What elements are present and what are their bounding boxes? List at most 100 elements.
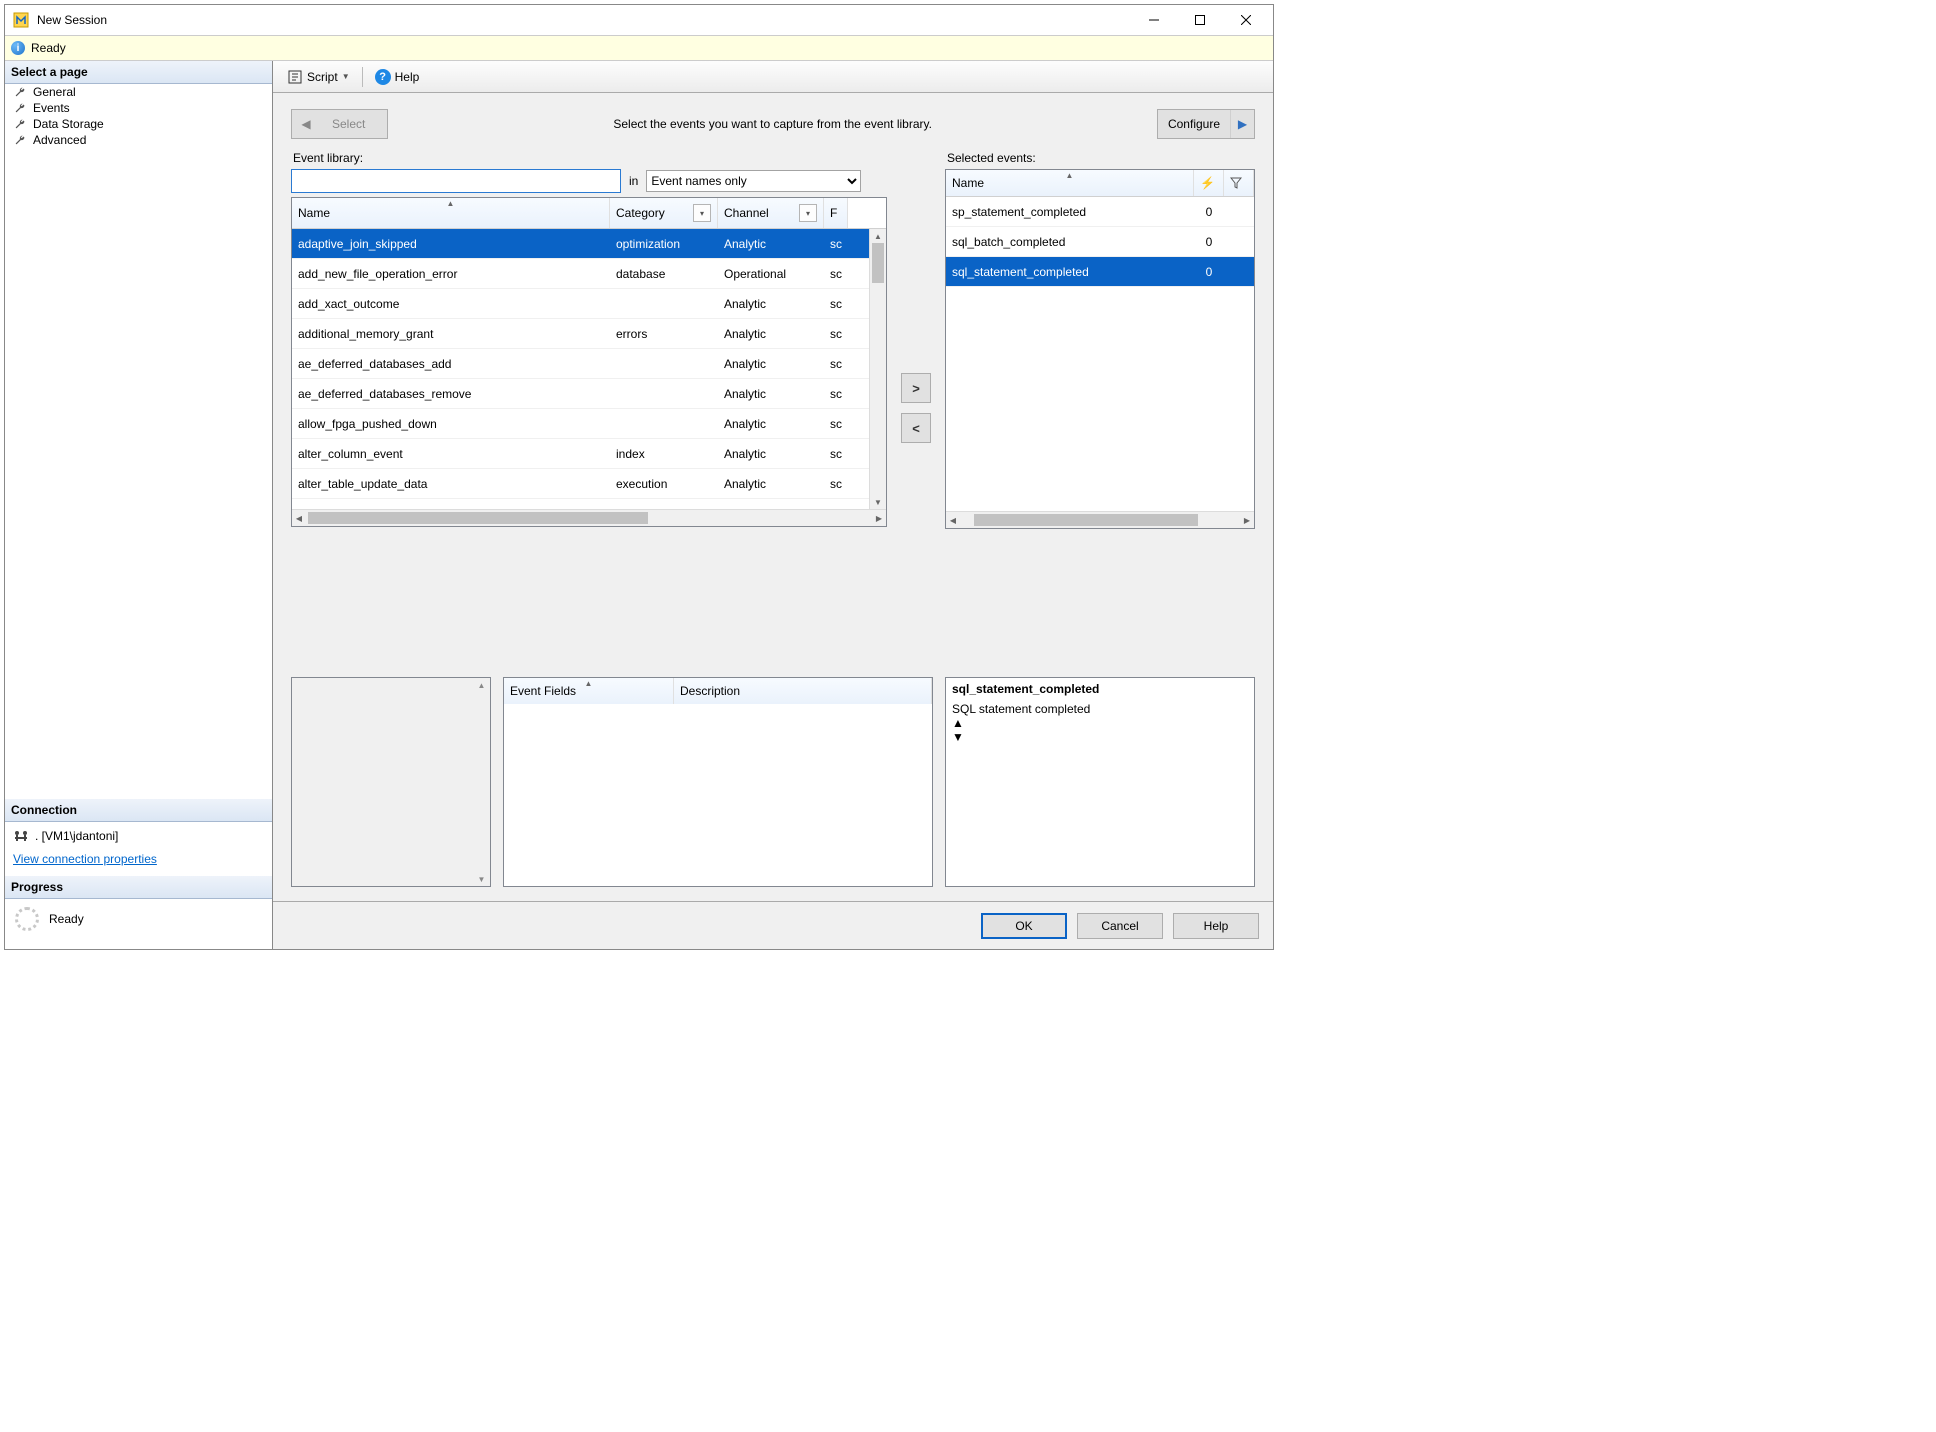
scrollbar-thumb[interactable]: [872, 243, 884, 283]
filter-dropdown-icon[interactable]: ▾: [799, 204, 817, 222]
help-button[interactable]: ? Help: [371, 67, 424, 87]
cell-last: sc: [824, 447, 848, 461]
cell-channel: Analytic: [718, 477, 824, 491]
vertical-scrollbar[interactable]: ▲ ▼: [869, 229, 886, 509]
funnel-icon: [1230, 177, 1242, 189]
selected-row[interactable]: sql_batch_completed0: [946, 227, 1254, 257]
cell-channel: Analytic: [718, 387, 824, 401]
selected-events-column: Selected events: ▲Name ⚡ sp_statement_co…: [945, 147, 1255, 669]
selected-row[interactable]: sql_statement_completed0: [946, 257, 1254, 287]
horizontal-scrollbar[interactable]: ◀ ▶: [292, 509, 886, 526]
remove-event-button[interactable]: <: [901, 413, 931, 443]
minimize-button[interactable]: [1131, 5, 1177, 35]
page-list: General Events Data Storage Advanced: [5, 84, 272, 150]
search-scope-select[interactable]: Event names only: [646, 170, 861, 192]
cell-channel: Analytic: [718, 357, 824, 371]
search-row: in Event names only: [291, 169, 887, 193]
dropdown-caret-icon: ▼: [342, 72, 350, 81]
col-name[interactable]: ▲Name: [946, 170, 1194, 196]
library-grid-header: ▲Name Category▾ Channel▾ F: [292, 198, 886, 229]
window-title: New Session: [37, 13, 1131, 27]
library-grid-body[interactable]: adaptive_join_skippedoptimizationAnalyti…: [292, 229, 886, 509]
cell-last: sc: [824, 237, 848, 251]
library-row[interactable]: additional_memory_granterrorsAnalyticsc: [292, 319, 886, 349]
library-row[interactable]: add_new_file_operation_errordatabaseOper…: [292, 259, 886, 289]
event-description-panel: sql_statement_completed SQL statement co…: [945, 677, 1255, 887]
cancel-button[interactable]: Cancel: [1077, 913, 1163, 939]
scrollbar-thumb[interactable]: [308, 512, 648, 524]
script-button[interactable]: Script ▼: [283, 67, 354, 87]
close-button[interactable]: [1223, 5, 1269, 35]
page-advanced[interactable]: Advanced: [5, 132, 272, 148]
library-row[interactable]: allow_fpga_pushed_downAnalyticsc: [292, 409, 886, 439]
cell-name: additional_memory_grant: [292, 327, 610, 341]
page-events[interactable]: Events: [5, 100, 272, 116]
event-library-label: Event library:: [291, 147, 887, 169]
add-event-button[interactable]: >: [901, 373, 931, 403]
page-data-storage[interactable]: Data Storage: [5, 116, 272, 132]
cell-name: adaptive_join_skipped: [292, 237, 610, 251]
selected-row[interactable]: sp_statement_completed0: [946, 197, 1254, 227]
scrollbar-thumb[interactable]: [974, 514, 1198, 526]
col-name[interactable]: ▲Name: [292, 198, 610, 228]
library-row[interactable]: adaptive_join_skippedoptimizationAnalyti…: [292, 229, 886, 259]
col-last[interactable]: F: [824, 198, 848, 228]
cell-name: sql_batch_completed: [946, 235, 1194, 249]
left-pane: Select a page General Events Data Storag…: [5, 61, 273, 949]
vertical-scrollbar[interactable]: ▲ ▼: [473, 678, 490, 886]
library-row[interactable]: ae_deferred_databases_removeAnalyticsc: [292, 379, 886, 409]
library-row[interactable]: ae_deferred_databases_addAnalyticsc: [292, 349, 886, 379]
top-row: ◀ Select Select the events you want to c…: [291, 109, 1255, 139]
cell-last: sc: [824, 507, 848, 510]
connection-header: Connection: [5, 799, 272, 822]
ok-button[interactable]: OK: [981, 913, 1067, 939]
bottom-row: ▲ ▼ ▲Event Fields Description sql_statem…: [291, 677, 1255, 887]
scroll-right-icon: ▶: [872, 514, 886, 523]
help-label: Help: [395, 70, 420, 84]
library-row[interactable]: add_xact_outcomeAnalyticsc: [292, 289, 886, 319]
cell-name: ae_deferred_databases_remove: [292, 387, 610, 401]
cell-channel: Analytic: [718, 297, 824, 311]
lightning-icon: ⚡: [1200, 176, 1215, 190]
event-library-grid: ▲Name Category▾ Channel▾ F adaptive_join…: [291, 197, 887, 527]
wrench-icon: [13, 117, 27, 131]
detail-body: SQL statement completed: [952, 702, 1248, 716]
col-lightning[interactable]: ⚡: [1194, 170, 1224, 196]
scroll-up-icon: ▲: [473, 678, 490, 692]
selected-grid-body[interactable]: sp_statement_completed0sql_batch_complet…: [946, 197, 1254, 511]
cell-last: sc: [824, 297, 848, 311]
app-icon: [13, 12, 29, 28]
col-event-fields[interactable]: ▲Event Fields: [504, 678, 674, 704]
view-connection-properties-link[interactable]: View connection properties: [13, 852, 157, 866]
select-nav[interactable]: ◀ Select: [291, 109, 388, 139]
configure-button[interactable]: Configure ▶: [1157, 109, 1255, 139]
library-row[interactable]: alter_table_update_dataexecutionAnalytic…: [292, 469, 886, 499]
help-button[interactable]: Help: [1173, 913, 1259, 939]
horizontal-scrollbar[interactable]: ◀ ▶: [946, 511, 1254, 528]
columns-wrap: Event library: in Event names only ▲Name: [291, 147, 1255, 669]
col-channel[interactable]: Channel▾: [718, 198, 824, 228]
col-category[interactable]: Category▾: [610, 198, 718, 228]
library-row[interactable]: alter_column_eventindexAnalyticsc: [292, 439, 886, 469]
filter-dropdown-icon[interactable]: ▾: [693, 204, 711, 222]
wrench-icon: [13, 85, 27, 99]
cell-last: sc: [824, 327, 848, 341]
cell-name: sql_statement_completed: [946, 265, 1194, 279]
scroll-left-icon: ◀: [292, 514, 306, 523]
transfer-buttons: > <: [899, 147, 933, 669]
page-general[interactable]: General: [5, 84, 272, 100]
connection-info: . [VM1\jdantoni]: [5, 822, 272, 850]
cell-channel: Operational: [718, 267, 824, 281]
cell-category: errors: [610, 327, 718, 341]
event-search-input[interactable]: [291, 169, 621, 193]
maximize-button[interactable]: [1177, 5, 1223, 35]
scroll-left-icon: ◀: [946, 516, 960, 525]
cell-name: alter_column_event: [292, 447, 610, 461]
nav-right-icon: ▶: [1230, 110, 1254, 138]
library-row[interactable]: always_encrypted_query_countAnalyticsc: [292, 499, 886, 509]
vertical-scrollbar[interactable]: ▲ ▼: [952, 716, 1248, 744]
col-description[interactable]: Description: [674, 678, 932, 704]
right-pane: Script ▼ ? Help ◀ Select Select the even…: [273, 61, 1273, 949]
col-filter[interactable]: [1224, 170, 1254, 196]
cell-flash: 0: [1194, 205, 1224, 219]
